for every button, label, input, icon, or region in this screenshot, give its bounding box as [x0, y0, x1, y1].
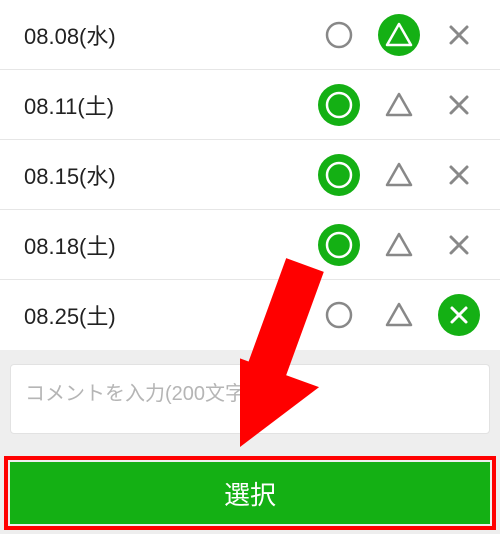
date-row: 08.15(水)	[0, 140, 500, 210]
option-cross[interactable]	[438, 154, 480, 196]
option-triangle[interactable]	[378, 84, 420, 126]
circle-icon	[324, 20, 354, 50]
option-cross[interactable]	[438, 14, 480, 56]
option-cross[interactable]	[438, 224, 480, 266]
cross-icon	[446, 22, 472, 48]
date-label: 08.25(土)	[24, 299, 318, 331]
triangle-icon	[384, 300, 414, 330]
comment-box	[10, 364, 490, 434]
cross-icon	[446, 302, 472, 328]
triangle-icon	[384, 230, 414, 260]
triangle-icon	[384, 160, 414, 190]
option-group	[318, 84, 480, 126]
triangle-icon	[384, 90, 414, 120]
date-label: 08.18(土)	[24, 229, 318, 261]
option-circle[interactable]	[318, 14, 360, 56]
cross-icon	[446, 232, 472, 258]
option-triangle[interactable]	[378, 294, 420, 336]
cross-icon	[446, 162, 472, 188]
option-circle[interactable]	[318, 224, 360, 266]
date-row: 08.11(土)	[0, 70, 500, 140]
circle-icon	[324, 230, 354, 260]
option-triangle[interactable]	[378, 14, 420, 56]
submit-bar: 選択	[0, 452, 500, 534]
option-circle[interactable]	[318, 84, 360, 126]
option-cross[interactable]	[438, 84, 480, 126]
date-row: 08.18(土)	[0, 210, 500, 280]
option-group	[318, 294, 480, 336]
circle-icon	[324, 160, 354, 190]
option-triangle[interactable]	[378, 154, 420, 196]
comment-input[interactable]	[25, 377, 475, 421]
option-group	[318, 154, 480, 196]
option-triangle[interactable]	[378, 224, 420, 266]
option-circle[interactable]	[318, 154, 360, 196]
circle-icon	[324, 300, 354, 330]
submit-button[interactable]: 選択	[10, 462, 490, 524]
option-group	[318, 224, 480, 266]
option-group	[318, 14, 480, 56]
cross-icon	[446, 92, 472, 118]
circle-icon	[324, 90, 354, 120]
date-label: 08.11(土)	[24, 89, 318, 121]
option-circle[interactable]	[318, 294, 360, 336]
date-label: 08.15(水)	[24, 159, 318, 191]
submit-label: 選択	[224, 475, 276, 512]
date-row: 08.25(土)	[0, 280, 500, 350]
date-row: 08.08(水)	[0, 0, 500, 70]
date-option-list: 08.08(水) 08.11(土) 08	[0, 0, 500, 350]
option-cross[interactable]	[438, 294, 480, 336]
date-label: 08.08(水)	[24, 19, 318, 51]
triangle-icon	[384, 20, 414, 50]
